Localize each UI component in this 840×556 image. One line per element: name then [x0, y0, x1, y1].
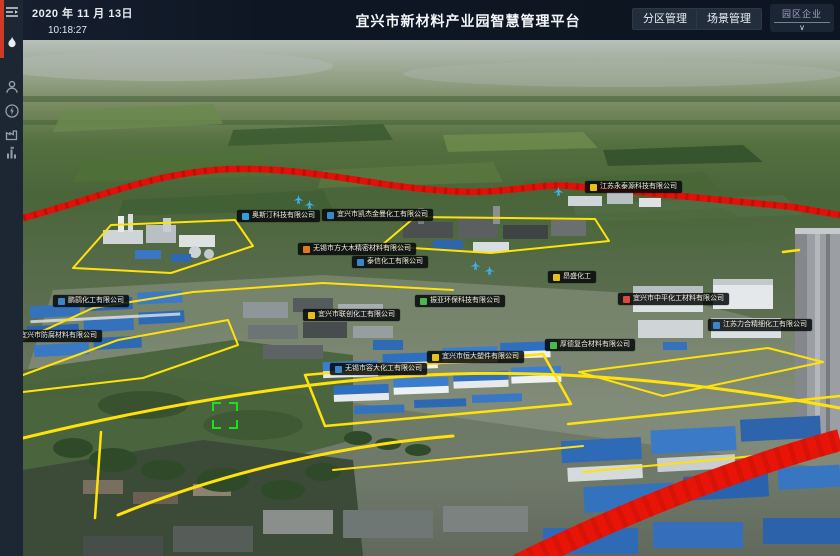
vehicle-plane-icon [470, 261, 481, 272]
company-marker-icon [713, 322, 720, 329]
company-marker-icon [420, 298, 427, 305]
company-label-text: 无锡市方大木精密材料有限公司 [313, 245, 411, 253]
chevron-down-icon: ∨ [770, 23, 834, 32]
company-marker-icon [335, 366, 342, 373]
company-marker-icon [432, 354, 439, 361]
vehicle-plane-icon [484, 266, 495, 277]
company-label[interactable]: 奥斯汀科技有限公司 [237, 210, 320, 222]
company-label-text: 奥斯汀科技有限公司 [252, 212, 315, 220]
scene-management-button[interactable]: 场景管理 [696, 8, 762, 30]
zone-management-button[interactable]: 分区管理 [632, 8, 698, 30]
company-marker-icon [308, 312, 315, 319]
datetime-block: 2020 年 11 月 13日 10:18:27 [32, 5, 133, 36]
company-marker-icon [242, 213, 249, 220]
flame-icon[interactable] [4, 35, 20, 51]
company-label[interactable]: 宜兴市恒大塑件有限公司 [427, 351, 524, 363]
map-3d-viewport[interactable]: 奥斯汀科技有限公司 宜兴市凯杰金曼化工有限公司 江苏永泰源科技有限公司无锡市方大木精… [23, 40, 840, 556]
power-icon[interactable] [4, 103, 20, 119]
vehicle-plane-icon [293, 195, 304, 206]
park-enterprise-dropdown[interactable]: 园区企业 ∨ [770, 4, 834, 32]
company-marker-icon [357, 259, 364, 266]
factory-icon[interactable] [4, 126, 20, 142]
company-marker-icon [327, 212, 334, 219]
left-toolbar [0, 0, 23, 556]
company-label[interactable]: 宜兴市防腐材料有限公司 [23, 330, 102, 342]
company-label[interactable]: 宜兴市凯杰金曼化工有限公司 [322, 209, 433, 221]
current-time: 10:18:27 [48, 25, 133, 36]
current-date: 2020 年 11 月 13日 [32, 5, 133, 21]
company-label[interactable]: 泰信化工有限公司 [352, 256, 428, 268]
company-label[interactable]: 无锡市容大化工有限公司 [330, 363, 427, 375]
company-label-text: 无锡市容大化工有限公司 [345, 365, 422, 373]
dropdown-label: 园区企业 [770, 4, 834, 20]
company-marker-icon [590, 184, 597, 191]
company-label[interactable]: 振亚环保科技有限公司 [415, 295, 505, 307]
company-label-text: 泰信化工有限公司 [367, 258, 423, 266]
company-label[interactable]: 江苏力合精细化工有限公司 [708, 319, 812, 331]
company-label[interactable]: 无锡市方大木精密材料有限公司 [298, 243, 416, 255]
company-label-text: 宜兴市恒大塑件有限公司 [442, 353, 519, 361]
company-label[interactable]: 宜兴市中平化工材料有限公司 [618, 293, 729, 305]
company-label-text: 宜兴市防腐材料有限公司 [23, 332, 97, 340]
company-label-text: 江苏永泰源科技有限公司 [600, 183, 677, 191]
company-label-text: 鹏鹞化工有限公司 [68, 297, 124, 305]
company-labels-layer: 奥斯汀科技有限公司 宜兴市凯杰金曼化工有限公司 江苏永泰源科技有限公司无锡市方大木精… [23, 40, 840, 556]
company-marker-icon [550, 342, 557, 349]
dropdown-divider [774, 22, 830, 23]
company-label[interactable]: 鹏鹞化工有限公司 [53, 295, 129, 307]
company-label-text: 宜兴市凯杰金曼化工有限公司 [337, 211, 428, 219]
platform-title: 宜兴市新材料产业园智慧管理平台 [356, 11, 581, 31]
company-marker-icon [553, 274, 560, 281]
company-label-text: 厚德复合材料有限公司 [560, 341, 630, 349]
menu-fold-icon[interactable] [4, 4, 20, 20]
company-label[interactable]: 昂盛化工 [548, 271, 596, 283]
company-label-text: 振亚环保科技有限公司 [430, 297, 500, 305]
company-label[interactable]: 宜兴市联创化工有限公司 [303, 309, 400, 321]
company-marker-icon [623, 296, 630, 303]
company-label-text: 宜兴市联创化工有限公司 [318, 311, 395, 319]
top-bar: 2020 年 11 月 13日 10:18:27 宜兴市新材料产业园智慧管理平台… [23, 0, 840, 40]
company-marker-icon [58, 298, 65, 305]
company-marker-icon [303, 246, 310, 253]
bar-chart-icon[interactable] [4, 145, 20, 161]
company-label-text: 昂盛化工 [563, 273, 591, 281]
company-label-text: 江苏力合精细化工有限公司 [723, 321, 807, 329]
person-icon[interactable] [4, 79, 20, 95]
company-label[interactable]: 厚德复合材料有限公司 [545, 339, 635, 351]
vehicle-plane-icon [553, 187, 564, 198]
company-label[interactable]: 江苏永泰源科技有限公司 [585, 181, 682, 193]
company-label-text: 宜兴市中平化工材料有限公司 [633, 295, 724, 303]
